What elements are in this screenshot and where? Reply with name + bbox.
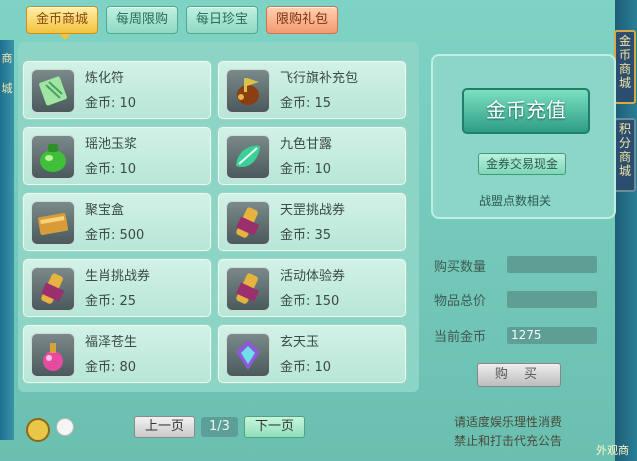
page-dot-icon[interactable] — [56, 418, 74, 436]
tab-limited-gift[interactable]: 限购礼包 — [266, 6, 339, 34]
shop-item-slot[interactable]: 活动体验券 金币: 150 — [217, 258, 407, 318]
item-name: 炼化符 — [85, 71, 125, 86]
flag-bag-icon — [226, 69, 270, 113]
item-price: 金币: 80 — [85, 360, 137, 375]
shop-tabs: 金币商城 每周限购 每日珍宝 限购礼包 — [26, 6, 339, 40]
item-name: 九色甘露 — [280, 137, 333, 152]
shop-item-slot[interactable]: 九色甘露 金币: 10 — [217, 126, 407, 186]
tab-weekly-limit[interactable]: 每周限购 — [106, 6, 179, 34]
talisman-icon — [31, 69, 75, 113]
green-jar-icon — [31, 135, 75, 179]
left-edge-strip: 商 城 — [0, 40, 14, 440]
buy-button[interactable]: 购 买 — [477, 363, 561, 387]
coupon-trade-button[interactable]: 金券交易现金 — [478, 153, 566, 175]
right-edge-strip: 金 币 商 城 积 分 商 城 — [614, 0, 637, 461]
left-edge-char: 商 — [1, 52, 13, 65]
qty-label: 购买数量 — [434, 260, 487, 275]
shop-item-slot[interactable]: 玄天玉 金币: 10 — [217, 324, 407, 384]
item-price: 金币: 25 — [85, 294, 137, 309]
total-field — [507, 291, 597, 308]
pink-bottle-icon — [31, 333, 75, 377]
notice-anti-proxy[interactable]: 禁止和打击代充公告 — [454, 432, 562, 449]
item-price: 金币: 150 — [280, 294, 340, 309]
pager: 上一页 1/3 下一页 — [134, 416, 305, 438]
notice-consume[interactable]: 请适度娱乐理性消费 — [454, 413, 562, 430]
item-price: 金币: 35 — [280, 228, 332, 243]
zoom-icon[interactable] — [26, 418, 50, 442]
item-name: 天罡挑战券 — [280, 203, 346, 218]
qty-field[interactable] — [507, 256, 597, 273]
treasure-box-icon — [31, 201, 75, 245]
shop-item-slot[interactable]: 炼化符 金币: 10 — [22, 60, 212, 120]
side-tab-char: 城 — [618, 164, 631, 178]
shop-item-slot[interactable]: 生肖挑战券 金币: 25 — [22, 258, 212, 318]
item-name: 瑶池玉浆 — [85, 137, 138, 152]
scroll-icon — [31, 267, 75, 311]
side-tab-char: 城 — [618, 76, 631, 90]
side-tab-char: 金 — [618, 34, 631, 48]
scroll-icon — [226, 267, 270, 311]
left-edge-char: 城 — [1, 82, 13, 95]
item-name: 活动体验券 — [280, 269, 346, 284]
item-price: 金币: 15 — [280, 96, 332, 111]
side-tab-char: 商 — [618, 62, 631, 76]
recharge-panel: 金币充值 金券交易现金 战盟点数相关 — [431, 54, 616, 219]
gold-value: 1275 — [507, 327, 597, 344]
item-price: 金币: 10 — [85, 96, 137, 111]
gold-label: 当前金币 — [434, 330, 487, 345]
shop-item-slot[interactable]: 飞行旗补充包 金币: 15 — [217, 60, 407, 120]
shop-item-slot[interactable]: 聚宝盒 金币: 500 — [22, 192, 212, 252]
shop-item-slot[interactable]: 瑶池玉浆 金币: 10 — [22, 126, 212, 186]
item-name: 聚宝盒 — [85, 203, 125, 218]
appearance-shop-label[interactable]: 外观商 — [596, 442, 629, 458]
total-label: 物品总价 — [434, 294, 487, 309]
side-tab-char: 积 — [618, 122, 631, 136]
dew-leaf-icon — [226, 135, 270, 179]
jade-gem-icon — [226, 333, 270, 377]
tab-daily-treasure[interactable]: 每日珍宝 — [186, 6, 259, 34]
prev-page-button[interactable]: 上一页 — [134, 416, 196, 438]
item-name: 飞行旗补充包 — [280, 71, 359, 86]
item-name: 生肖挑战券 — [85, 269, 151, 284]
item-price: 金币: 500 — [85, 228, 145, 243]
item-price: 金币: 10 — [85, 162, 137, 177]
scroll-icon — [226, 201, 270, 245]
shop-item-slot[interactable]: 天罡挑战券 金币: 35 — [217, 192, 407, 252]
item-price: 金币: 10 — [280, 360, 332, 375]
side-tab-points-shop[interactable]: 积 分 商 城 — [614, 118, 636, 192]
side-tab-char: 商 — [618, 150, 631, 164]
item-name: 福泽苍生 — [85, 335, 138, 350]
tab-gold-shop[interactable]: 金币商城 — [26, 6, 99, 40]
item-name: 玄天玉 — [280, 335, 320, 350]
gold-recharge-button[interactable]: 金币充值 — [462, 88, 590, 134]
side-tab-gold-shop[interactable]: 金 币 商 城 — [614, 30, 636, 104]
alliance-points-link[interactable]: 战盟点数相关 — [479, 192, 551, 209]
page-indicator: 1/3 — [201, 417, 238, 437]
next-page-button[interactable]: 下一页 — [243, 416, 305, 438]
shop-item-slot[interactable]: 福泽苍生 金币: 80 — [22, 324, 212, 384]
side-tab-char: 币 — [618, 48, 631, 62]
item-price: 金币: 10 — [280, 162, 332, 177]
side-tab-char: 分 — [618, 136, 631, 150]
